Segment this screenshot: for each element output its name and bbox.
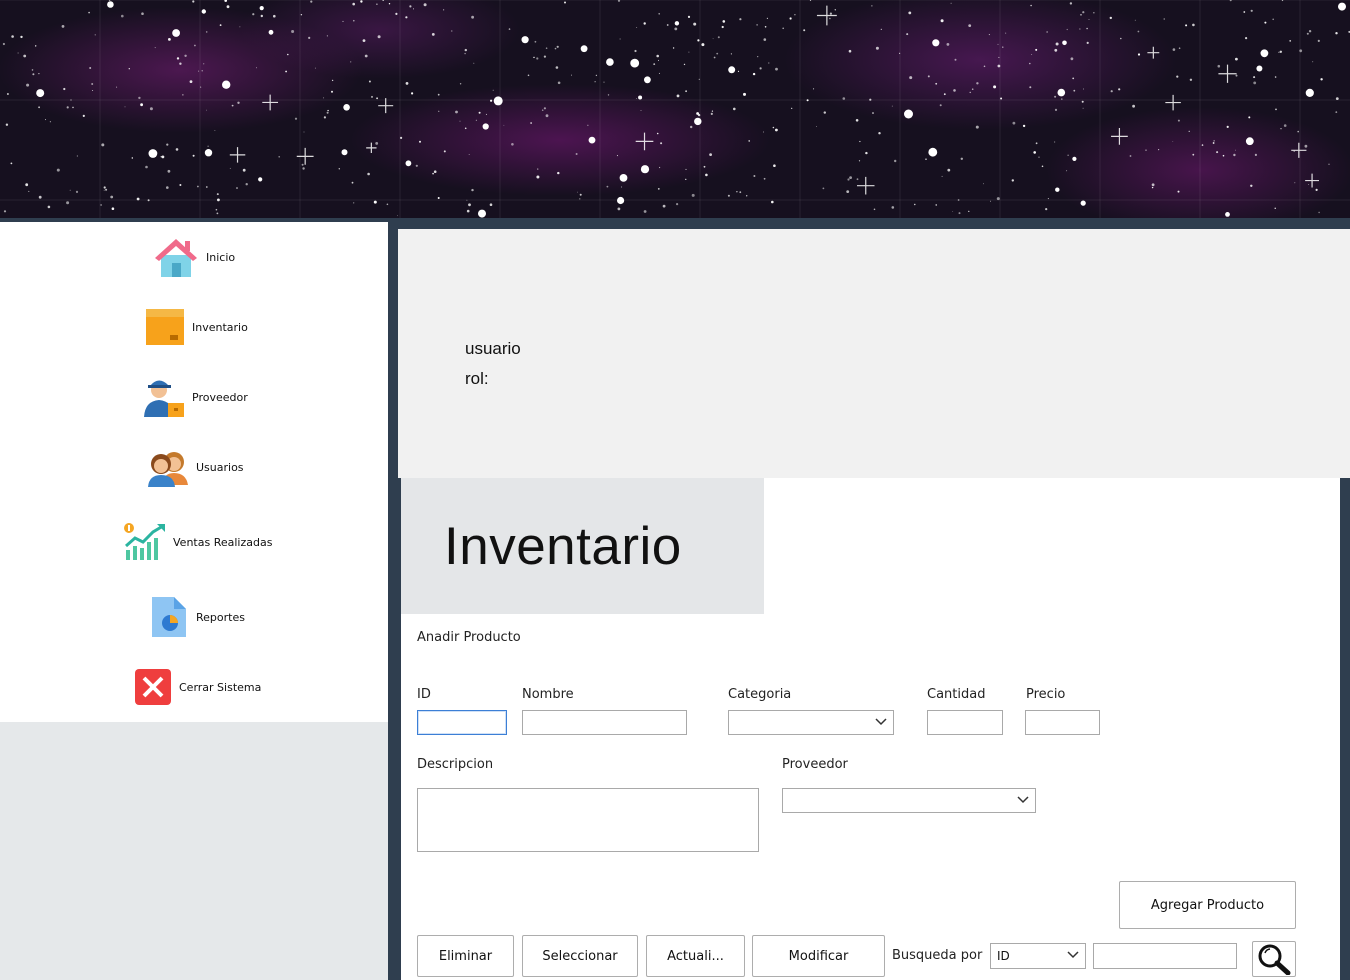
user-info-panel: usuario rol:	[398, 229, 1350, 478]
sidebar-item-label: Inventario	[192, 320, 248, 334]
search-input[interactable]	[1093, 943, 1237, 969]
inventory-form-panel: Inventario Anadir Producto ID Nombre Cat…	[401, 478, 1340, 980]
user-role-label: rol:	[465, 369, 489, 388]
search-field-select-value: ID	[997, 949, 1010, 963]
quantity-field[interactable]	[927, 710, 1003, 735]
chevron-down-icon	[875, 718, 887, 726]
sidebar-item-label: Usuarios	[196, 460, 244, 474]
starfield-image	[0, 0, 1350, 218]
section-heading: Anadir Producto	[417, 630, 521, 645]
search-by-label: Busqueda por	[892, 948, 983, 963]
sidebar: Inicio Inventario Proveedor Usuarios Ven…	[0, 222, 388, 722]
header-starfield-banner	[0, 0, 1350, 218]
category-label: Categoria	[728, 687, 792, 702]
sales-chart-icon	[124, 523, 165, 560]
search-button[interactable]	[1252, 941, 1296, 977]
sidebar-item-label: Inicio	[206, 250, 236, 264]
sidebar-item-ventas-realizadas[interactable]: Ventas Realizadas	[123, 520, 272, 564]
home-icon	[155, 239, 197, 277]
report-icon	[152, 597, 186, 637]
update-button[interactable]: Actuali...	[646, 935, 745, 977]
page-title: Inventario	[444, 517, 682, 576]
search-field-select[interactable]: ID	[990, 943, 1086, 969]
name-field[interactable]	[522, 710, 687, 735]
delivery-person-icon	[144, 380, 184, 417]
sidebar-item-inicio[interactable]: Inicio	[152, 235, 235, 279]
id-field[interactable]	[417, 710, 507, 735]
sidebar-item-proveedor[interactable]: Proveedor	[142, 375, 248, 419]
box-icon	[146, 309, 184, 345]
title-box: Inventario	[401, 478, 764, 614]
close-icon	[135, 669, 171, 705]
description-textarea[interactable]	[417, 788, 759, 852]
sidebar-item-usuarios[interactable]: Usuarios	[146, 445, 244, 489]
sidebar-item-label: Reportes	[196, 610, 245, 624]
sidebar-item-reportes[interactable]: Reportes	[150, 595, 245, 639]
chevron-down-icon	[1017, 796, 1029, 804]
sidebar-item-inventario[interactable]: Inventario	[144, 305, 248, 349]
delete-button[interactable]: Eliminar	[417, 935, 514, 977]
id-label: ID	[417, 687, 431, 702]
sidebar-item-label: Ventas Realizadas	[173, 535, 273, 549]
name-label: Nombre	[522, 687, 574, 702]
description-label: Descripcion	[417, 757, 494, 772]
magnifier-icon	[1258, 944, 1291, 975]
sidebar-item-label: Proveedor	[192, 390, 248, 404]
chevron-down-icon	[1067, 951, 1079, 959]
sidebar-item-label: Cerrar Sistema	[179, 680, 262, 694]
modify-button[interactable]: Modificar	[752, 935, 885, 977]
users-icon	[148, 452, 188, 487]
user-name-label: usuario	[465, 339, 521, 358]
supplier-label: Proveedor	[782, 757, 848, 772]
sidebar-empty-area	[0, 722, 388, 980]
price-label: Precio	[1026, 687, 1066, 702]
add-product-button[interactable]: Agregar Producto	[1119, 881, 1296, 929]
sidebar-item-cerrar-sistema[interactable]: Cerrar Sistema	[133, 665, 261, 709]
supplier-select[interactable]	[782, 788, 1036, 813]
price-field[interactable]	[1025, 710, 1100, 735]
quantity-label: Cantidad	[927, 687, 986, 702]
category-select[interactable]	[728, 710, 894, 735]
select-button[interactable]: Seleccionar	[522, 935, 638, 977]
